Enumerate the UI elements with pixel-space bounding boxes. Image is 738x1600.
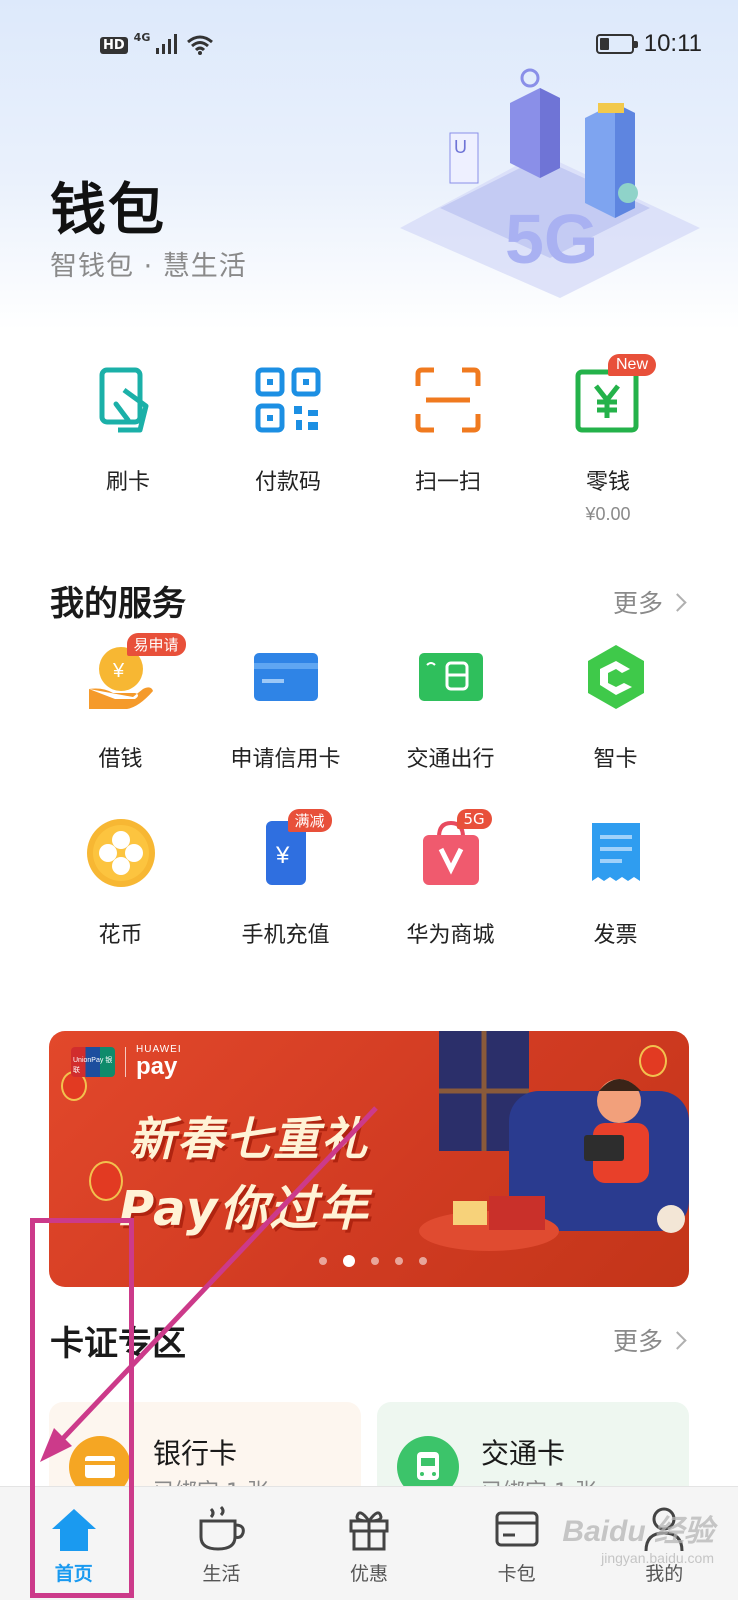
chevron-right-icon bbox=[668, 1330, 687, 1350]
quick-action-payment-code[interactable]: 付款码 bbox=[208, 350, 368, 530]
coin-hand-icon: ¥ 易申请 bbox=[83, 633, 186, 715]
network-type: 4G bbox=[133, 30, 151, 44]
carousel-dot[interactable] bbox=[419, 1257, 427, 1265]
svg-text:U: U bbox=[454, 137, 467, 157]
card-zone-more-link[interactable]: 更多 bbox=[612, 1322, 687, 1358]
my-services-more-link[interactable]: 更多 bbox=[612, 584, 687, 620]
service-label: 华为商城 bbox=[406, 923, 495, 948]
phone-topup-icon: ¥ 满减 bbox=[248, 809, 332, 891]
wifi-icon bbox=[187, 35, 214, 55]
flower-coin-icon bbox=[83, 815, 159, 891]
service-credit-card[interactable]: 申请信用卡 bbox=[203, 635, 368, 775]
unionpay-logo: UnionPay 银联 bbox=[71, 1047, 115, 1077]
more-label: 更多 bbox=[612, 589, 663, 618]
carousel-dot-active[interactable] bbox=[343, 1255, 355, 1267]
watermark: Baidu 经验 jingyan.baidu.com bbox=[562, 1515, 714, 1566]
service-label: 交通出行 bbox=[406, 747, 495, 772]
status-right: 10:11 bbox=[595, 30, 702, 58]
quick-action-change[interactable]: New 零钱 ¥0.00 bbox=[528, 350, 688, 530]
hd-badge: HD bbox=[100, 36, 128, 54]
page-subtitle: 智钱包 · 慧生活 bbox=[50, 251, 247, 282]
chevron-right-icon bbox=[668, 592, 687, 612]
discount-badge: 满减 bbox=[287, 809, 332, 832]
card-title: 交通卡 bbox=[481, 1437, 566, 1470]
quick-action-label: 刷卡 bbox=[105, 470, 150, 495]
service-label: 申请信用卡 bbox=[230, 747, 341, 772]
cup-icon bbox=[195, 1503, 247, 1555]
service-phone-topup[interactable]: ¥ 满减 手机充值 bbox=[203, 809, 368, 951]
svg-text:¥: ¥ bbox=[112, 660, 125, 682]
carousel-dot[interactable] bbox=[319, 1257, 327, 1265]
svg-text:5G: 5G bbox=[505, 200, 598, 278]
service-label: 花币 bbox=[98, 923, 143, 948]
svg-text:¥: ¥ bbox=[275, 842, 290, 869]
signal-icon bbox=[156, 34, 178, 54]
annotation-highlight-box bbox=[30, 1218, 134, 1598]
service-label: 手机充值 bbox=[241, 923, 330, 948]
service-label: 借钱 bbox=[98, 747, 143, 772]
service-label: 智卡 bbox=[593, 747, 638, 772]
promo-banner[interactable]: UnionPay 银联 HUAWEI pay 新春七重礼 Pay你过年 bbox=[49, 1031, 689, 1287]
qr-code-icon bbox=[248, 360, 328, 440]
nav-label: 优惠 bbox=[349, 1563, 388, 1585]
card-swipe-icon bbox=[88, 360, 168, 440]
service-transit[interactable]: 交通出行 bbox=[368, 635, 533, 775]
carousel-indicator bbox=[319, 1255, 427, 1267]
card-title: 银行卡 bbox=[153, 1437, 238, 1470]
banner-subheadline: Pay你过年 bbox=[119, 1181, 370, 1237]
easy-apply-badge: 易申请 bbox=[126, 633, 186, 656]
quick-action-label: 付款码 bbox=[254, 470, 321, 495]
nav-offers[interactable]: 优惠 bbox=[295, 1487, 443, 1600]
clock: 10:11 bbox=[643, 30, 702, 57]
service-smart-card[interactable]: 智卡 bbox=[533, 635, 698, 775]
gift-icon bbox=[343, 1503, 395, 1555]
shopping-bag-icon: 5G bbox=[413, 809, 492, 891]
card-wallet-icon bbox=[491, 1503, 543, 1555]
quick-action-swipe-card[interactable]: 刷卡 bbox=[48, 350, 208, 530]
battery-icon bbox=[595, 34, 638, 54]
banner-logos: UnionPay 银联 HUAWEI pay bbox=[71, 1045, 182, 1079]
new-year-illustration bbox=[419, 1031, 689, 1251]
service-huawei-coin[interactable]: 花币 bbox=[38, 811, 203, 951]
banner-headline: 新春七重礼 bbox=[129, 1112, 369, 1166]
change-balance: ¥0.00 bbox=[585, 504, 631, 524]
status-left: HD 4G bbox=[100, 30, 214, 58]
carousel-dot[interactable] bbox=[395, 1257, 403, 1265]
scan-icon bbox=[408, 360, 488, 440]
carousel-dot[interactable] bbox=[371, 1257, 379, 1265]
lantern-decoration bbox=[89, 1161, 123, 1201]
more-label: 更多 bbox=[612, 1327, 663, 1356]
service-borrow[interactable]: ¥ 易申请 借钱 bbox=[38, 633, 203, 775]
invoice-icon bbox=[578, 815, 654, 891]
quick-actions: 刷卡 付款码 扫一扫 New 零钱 ¥0.00 bbox=[48, 350, 688, 530]
my-services-title: 我的服务 bbox=[50, 584, 186, 624]
quick-action-label: 扫一扫 bbox=[414, 470, 481, 495]
page-title: 钱包 bbox=[50, 178, 166, 243]
smart-card-icon bbox=[578, 639, 654, 715]
5g-badge: 5G bbox=[456, 809, 492, 829]
yuan-wallet-icon: New bbox=[568, 354, 656, 440]
quick-action-label: 零钱 bbox=[585, 470, 630, 495]
nav-label: 生活 bbox=[202, 1563, 241, 1585]
quick-action-scan[interactable]: 扫一扫 bbox=[368, 350, 528, 530]
transit-card-icon bbox=[413, 639, 489, 715]
service-huawei-mall[interactable]: 5G 华为商城 bbox=[368, 809, 533, 951]
huawei-pay-logo: HUAWEI pay bbox=[136, 1044, 182, 1080]
service-invoice[interactable]: 发票 bbox=[533, 811, 698, 951]
city-5g-illustration: U 5G bbox=[400, 68, 700, 298]
new-badge: New bbox=[607, 354, 656, 376]
credit-card-icon bbox=[248, 639, 324, 715]
service-label: 发票 bbox=[593, 923, 638, 948]
nav-life[interactable]: 生活 bbox=[148, 1487, 296, 1600]
services-grid: ¥ 易申请 借钱 申请信用卡 交通出行 智卡 花币 ¥ 满减 手机充值 5G 华… bbox=[38, 633, 698, 951]
